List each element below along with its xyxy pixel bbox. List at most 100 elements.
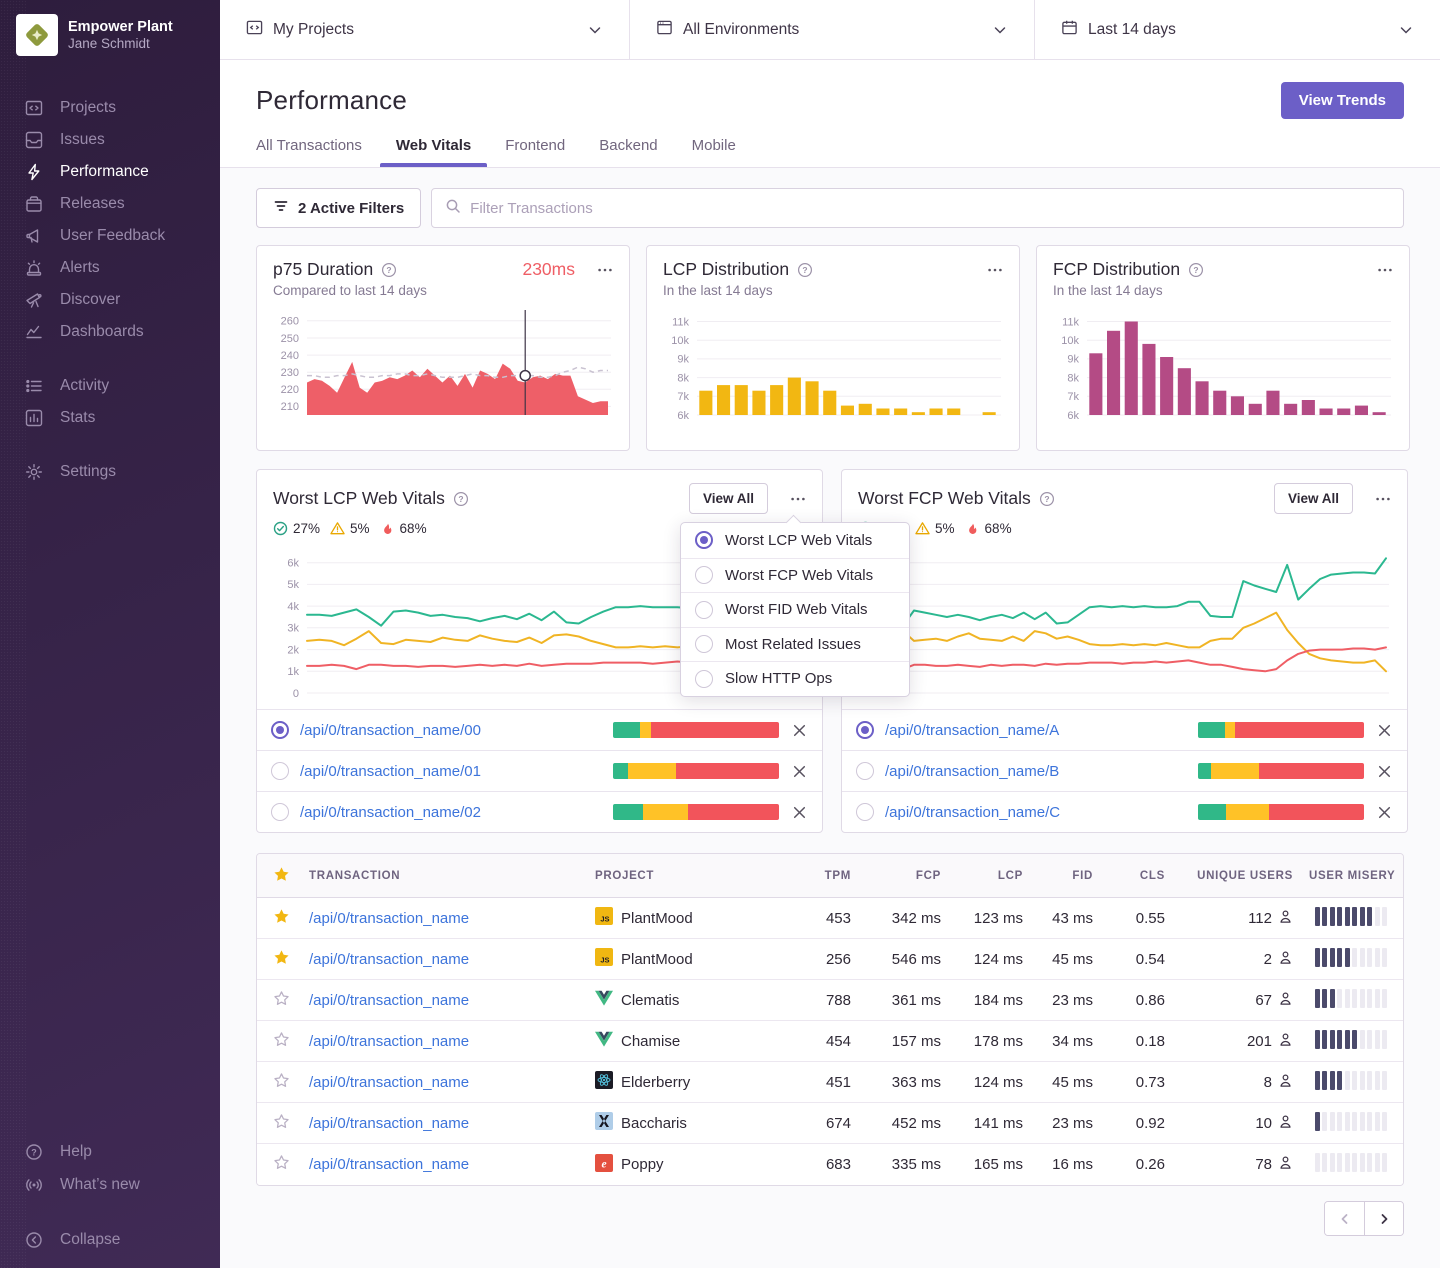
user-misery-cell (1301, 1030, 1403, 1053)
org-switcher[interactable]: Empower Plant Jane Schmidt (0, 0, 220, 66)
column-header-unique-users[interactable]: UNIQUE USERS (1173, 870, 1301, 882)
ellipsis-menu-icon[interactable] (597, 262, 613, 278)
transaction-link[interactable]: /api/0/transaction_name (309, 1156, 469, 1173)
menu-option-slow-http-ops[interactable]: Slow HTTP Ops (681, 661, 909, 696)
star-outline-icon[interactable] (257, 1072, 301, 1093)
sidebar-item-projects[interactable]: Projects (0, 92, 220, 124)
sidebar-item-releases[interactable]: Releases (0, 188, 220, 220)
daterange-selector[interactable]: Last 14 days (1035, 0, 1440, 59)
sidebar-item-settings[interactable]: Settings (0, 456, 220, 488)
question-icon[interactable]: ? (1039, 491, 1055, 507)
column-header-cls[interactable]: CLS (1101, 870, 1173, 882)
search-input[interactable] (470, 200, 1390, 217)
sidebar-item-user-feedback[interactable]: User Feedback (0, 220, 220, 252)
star-outline-icon[interactable] (257, 990, 301, 1011)
menu-option-worst-lcp-web-vitals[interactable]: Worst LCP Web Vitals (681, 523, 909, 558)
menu-option-most-related-issues[interactable]: Most Related Issues (681, 627, 909, 662)
close-icon[interactable] (1375, 721, 1393, 739)
transaction-link[interactable]: /api/0/transaction_name/02 (300, 804, 602, 821)
transaction-link[interactable]: /api/0/transaction_name (309, 1115, 469, 1132)
radio-button[interactable] (271, 721, 289, 739)
previous-page-button[interactable] (1325, 1202, 1364, 1235)
star-column-header[interactable] (257, 866, 301, 886)
column-header-project[interactable]: PROJECT (587, 870, 799, 882)
column-header-tpm[interactable]: TPM (799, 870, 859, 882)
transaction-link[interactable]: /api/0/transaction_name (309, 1033, 469, 1050)
menu-option-worst-fid-web-vitals[interactable]: Worst FID Web Vitals (681, 592, 909, 627)
menu-option-worst-fcp-web-vitals[interactable]: Worst FCP Web Vitals (681, 558, 909, 593)
transaction-link[interactable]: /api/0/transaction_name/A (885, 722, 1187, 739)
tpm-cell: 453 (799, 910, 859, 927)
question-icon[interactable]: ? (381, 262, 397, 278)
radio-button[interactable] (856, 803, 874, 821)
unique-users-cell: 201 (1173, 1032, 1301, 1051)
radio-button[interactable] (695, 635, 713, 653)
column-header-fid[interactable]: FID (1031, 870, 1101, 882)
close-icon[interactable] (790, 721, 808, 739)
next-page-button[interactable] (1364, 1202, 1403, 1235)
transaction-link[interactable]: /api/0/transaction_name (309, 1074, 469, 1091)
star-outline-icon[interactable] (257, 1113, 301, 1134)
close-icon[interactable] (1375, 803, 1393, 821)
performance-icon (24, 163, 43, 182)
sidebar-item-performance[interactable]: Performance (0, 156, 220, 188)
ellipsis-menu-icon[interactable] (1375, 491, 1391, 507)
tab-all-transactions[interactable]: All Transactions (256, 137, 362, 167)
star-outline-icon[interactable] (257, 1154, 301, 1175)
close-icon[interactable] (790, 803, 808, 821)
active-filters-button[interactable]: 2 Active Filters (256, 188, 421, 228)
sidebar-item-issues[interactable]: Issues (0, 124, 220, 156)
tab-frontend[interactable]: Frontend (505, 137, 565, 167)
column-header-user-misery[interactable]: USER MISERY (1301, 870, 1404, 882)
transaction-link[interactable]: /api/0/transaction_name (309, 910, 469, 927)
question-icon[interactable]: ? (1188, 262, 1204, 278)
nav-group: Settings (0, 456, 220, 488)
environment-selector[interactable]: All Environments (630, 0, 1035, 59)
tab-backend[interactable]: Backend (599, 137, 657, 167)
user-misery-cell (1301, 1153, 1403, 1176)
radio-button[interactable] (695, 670, 713, 688)
close-icon[interactable] (790, 762, 808, 780)
radio-button[interactable] (695, 566, 713, 584)
radio-button[interactable] (271, 803, 289, 821)
transaction-link[interactable]: /api/0/transaction_name/C (885, 804, 1187, 821)
sidebar-item-discover[interactable]: Discover (0, 284, 220, 316)
sidebar-item-dashboards[interactable]: Dashboards (0, 316, 220, 348)
radio-button[interactable] (695, 531, 713, 549)
tab-mobile[interactable]: Mobile (692, 137, 736, 167)
transaction-link[interactable]: /api/0/transaction_name/B (885, 763, 1187, 780)
transaction-link[interactable]: /api/0/transaction_name (309, 951, 469, 968)
transaction-link[interactable]: /api/0/transaction_name/00 (300, 722, 602, 739)
radio-button[interactable] (695, 601, 713, 619)
transaction-link[interactable]: /api/0/transaction_name (309, 992, 469, 1009)
radio-button[interactable] (271, 762, 289, 780)
tab-web-vitals[interactable]: Web Vitals (396, 137, 471, 167)
sidebar-item-stats[interactable]: Stats (0, 402, 220, 434)
project-selector[interactable]: My Projects (220, 0, 630, 59)
column-header-transaction[interactable]: TRANSACTION (301, 870, 587, 882)
sidebar-collapse-button[interactable]: Collapse (0, 1223, 220, 1256)
star-outline-icon[interactable] (257, 1031, 301, 1052)
column-header-fcp[interactable]: FCP (859, 870, 949, 882)
view-all-button[interactable]: View All (689, 483, 768, 514)
question-icon[interactable]: ? (797, 262, 813, 278)
transaction-link[interactable]: /api/0/transaction_name/01 (300, 763, 602, 780)
sidebar-item-alerts[interactable]: Alerts (0, 252, 220, 284)
radio-button[interactable] (856, 762, 874, 780)
sidebar-item-activity[interactable]: Activity (0, 370, 220, 402)
ellipsis-menu-icon[interactable] (987, 262, 1003, 278)
sidebar-item-help[interactable]: ?Help (0, 1135, 220, 1168)
view-trends-button[interactable]: View Trends (1281, 82, 1404, 119)
table-row: /api/0/transaction_nameePoppy683335 ms16… (257, 1144, 1403, 1185)
star-filled-icon[interactable] (257, 949, 301, 970)
radio-button[interactable] (856, 721, 874, 739)
close-icon[interactable] (1375, 762, 1393, 780)
sidebar-item-what-s-new[interactable]: What’s new (0, 1168, 220, 1201)
star-filled-icon[interactable] (257, 908, 301, 929)
ellipsis-menu-icon[interactable] (790, 491, 806, 507)
fcp-cell: 452 ms (859, 1115, 949, 1132)
column-header-lcp[interactable]: LCP (949, 870, 1031, 882)
ellipsis-menu-icon[interactable] (1377, 262, 1393, 278)
view-all-button[interactable]: View All (1274, 483, 1353, 514)
question-icon[interactable]: ? (453, 491, 469, 507)
